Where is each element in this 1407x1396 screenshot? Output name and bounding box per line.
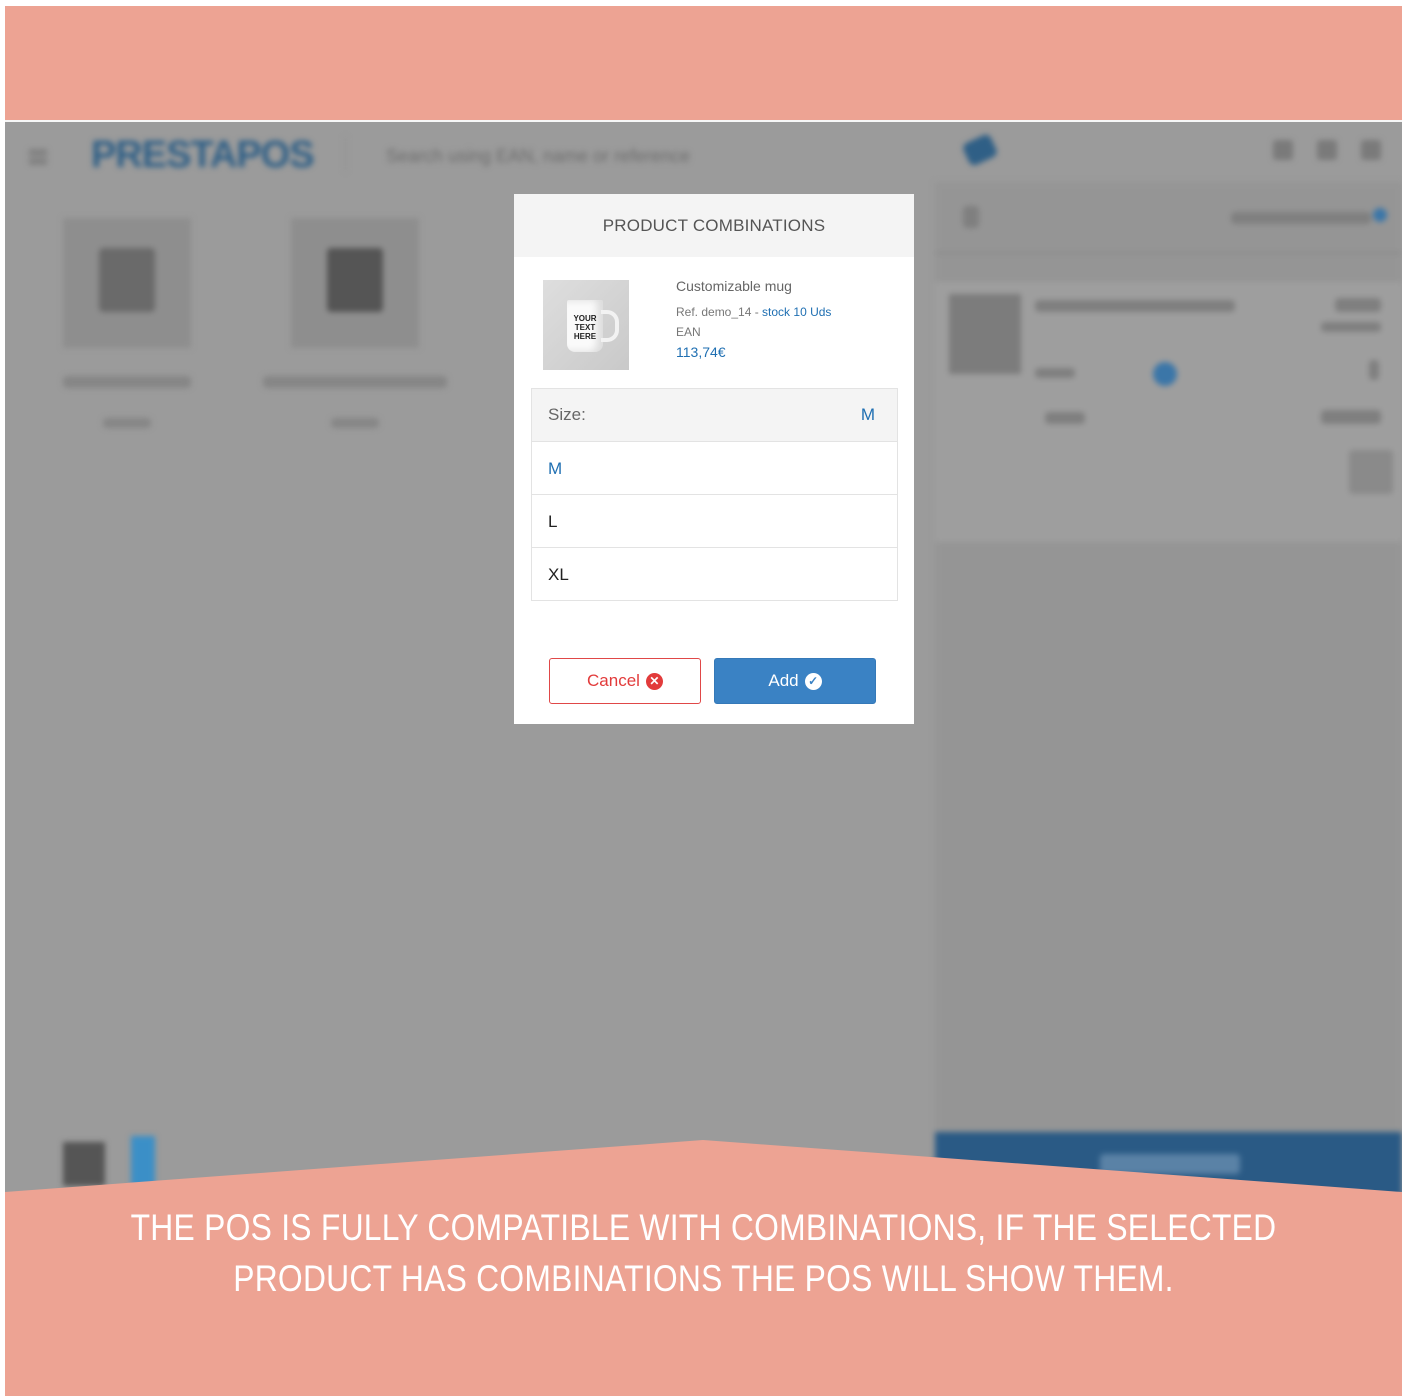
bottom-banner xyxy=(5,1140,1402,1396)
caption-text: THE POS IS FULLY COMPATIBLE WITH COMBINA… xyxy=(130,1207,1277,1299)
screenshot-frame: PRESTAPOS Search using EAN, name or refe… xyxy=(5,6,1402,1396)
